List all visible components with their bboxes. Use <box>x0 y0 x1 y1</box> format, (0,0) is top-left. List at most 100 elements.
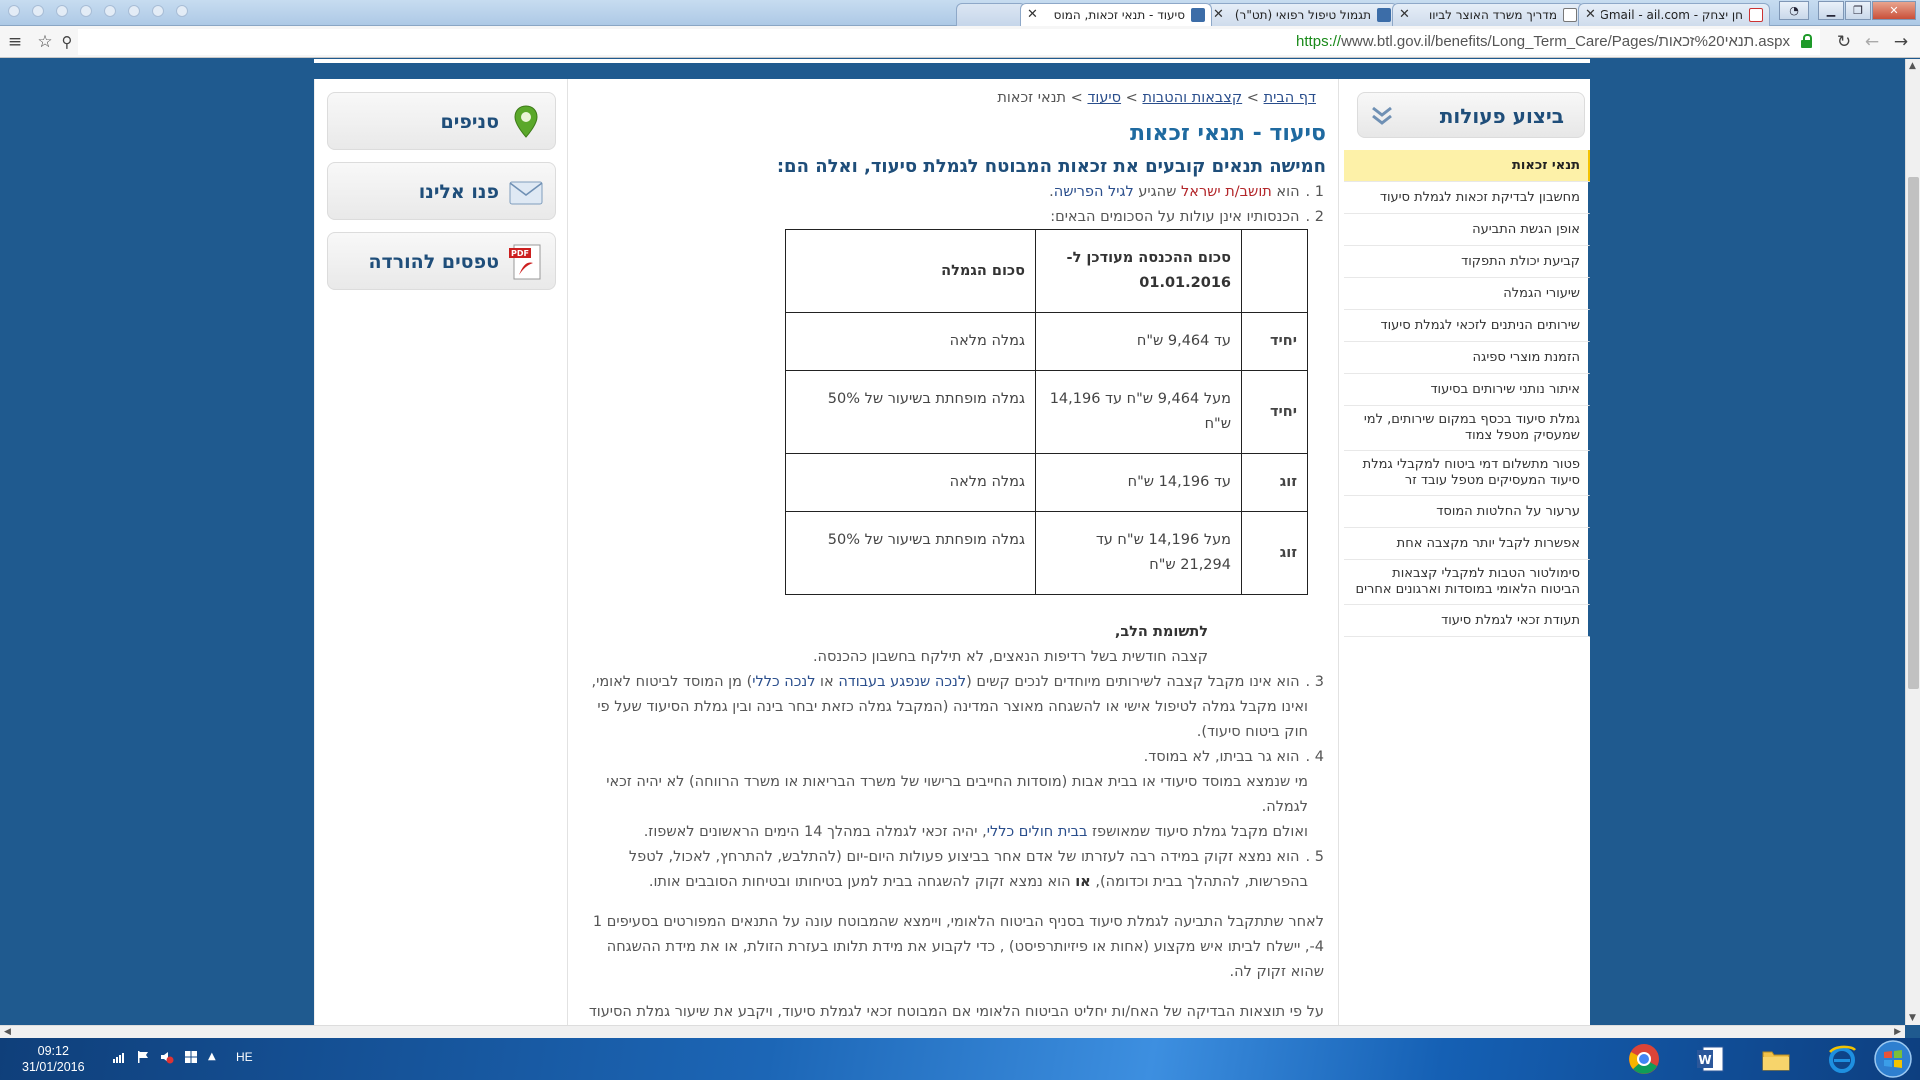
side-panel: ביצוע פעולות תנאי זכאות מחשבון לבדיקת זכ… <box>1338 79 1590 1025</box>
criterion-text: שהגיע <box>1133 184 1182 200</box>
explorer-icon[interactable] <box>1754 1040 1798 1078</box>
general-hospital-link[interactable]: בבית חולים כללי <box>987 824 1088 840</box>
tab-treasury-guide[interactable]: מדריך משרד האוצר לביוו ✕ <box>1392 3 1584 26</box>
general-disabled-link[interactable]: לנכה כללי <box>752 674 815 690</box>
tab-long-term-care[interactable]: סיעוד - תנאי זכאות, המוס ✕ <box>1020 3 1212 26</box>
reload-icon[interactable]: ↻ <box>1833 31 1855 53</box>
minimize-button[interactable]: ▁ <box>1818 1 1844 20</box>
work-injured-link[interactable]: לנכה שנפגע בעבודה <box>838 674 966 690</box>
volume-muted-icon[interactable] <box>160 1050 174 1064</box>
criterion-number: 5 . <box>1305 849 1324 865</box>
back-icon[interactable]: ← <box>1861 31 1883 53</box>
download-forms-button[interactable]: טפסים להורדה PDF <box>327 232 556 290</box>
breadcrumb-sep: > <box>1066 90 1088 106</box>
menu-icon[interactable]: ≡ <box>4 31 26 53</box>
address-bar[interactable]: https://www.btl.gov.il/benefits/Long_Ter… <box>78 29 1820 55</box>
start-button[interactable] <box>1870 1039 1916 1079</box>
criterion-4-note-2: ואולם מקבל גמלת סיעוד שמאושפז בבית חולים… <box>644 820 1308 845</box>
horizontal-scrollbar[interactable]: ◀ ▶ <box>0 1025 1905 1038</box>
side-item-rates[interactable]: שיעורי הגמלה <box>1344 278 1590 310</box>
tab-gmail[interactable]: חן יצחק - Gmail - ail.com ✕ <box>1578 3 1770 26</box>
taskbar-clock[interactable]: 09:12 31/01/2016 <box>22 1043 85 1075</box>
window-dot-icon <box>104 5 116 17</box>
windows-flag-icon[interactable] <box>184 1050 198 1064</box>
flag-icon[interactable] <box>136 1050 150 1064</box>
browser-tabstrip: סיעוד - תנאי זכאות, המוס ✕ תגמול טיפול ר… <box>0 0 1920 26</box>
star-icon[interactable]: ☆ <box>34 31 56 53</box>
tab-new[interactable] <box>956 3 1026 26</box>
breadcrumb-care[interactable]: סיעוד <box>1087 90 1121 106</box>
tray-expand-icon[interactable]: ▲ <box>208 1050 222 1064</box>
network-icon[interactable] <box>112 1050 126 1064</box>
contact-us-button[interactable]: פנו אלינו <box>327 162 556 220</box>
search-icon[interactable]: ⚲ <box>56 31 78 53</box>
close-icon[interactable]: ✕ <box>1585 4 1596 26</box>
ie-icon[interactable] <box>1820 1040 1864 1078</box>
scroll-right-icon[interactable]: ▶ <box>1894 1027 1901 1037</box>
browser-tabs: סיעוד - תנאי זכאות, המוס ✕ תגמול טיפול ר… <box>956 3 1770 26</box>
side-item-services[interactable]: שירותים הניתנים לזכאי לגמלת סיעוד <box>1344 310 1590 342</box>
window-dot-icon <box>176 5 188 17</box>
side-item-claim[interactable]: אופן הגשת התביעה <box>1344 214 1590 246</box>
word-icon[interactable]: W <box>1688 1040 1732 1078</box>
btl-icon <box>1191 8 1205 22</box>
criterion-text: הוא אינו מקבל קצבה לשירותים מיוחדים לנכי… <box>966 674 1300 690</box>
side-item-certificate[interactable]: תעודת זכאי לגמלת סיעוד <box>1344 605 1590 637</box>
page-icon <box>1563 8 1577 22</box>
criterion-text: , יהיה זכאי לגמלה במהלך 14 הימים הראשוני… <box>643 824 987 840</box>
table-row: יחיד מעל 9,464 ש"ח עד 14,196 ש"ח גמלה מו… <box>785 370 1308 454</box>
clock-date: 31/01/2016 <box>22 1060 85 1074</box>
criterion-bold-or: או <box>1075 874 1091 890</box>
user-icon[interactable]: ◔ <box>1779 1 1809 20</box>
language-indicator[interactable]: HE <box>236 1050 253 1064</box>
side-item-cash-benefit[interactable]: גמלת סיעוד בכסף במקום שירותים, למי שמעסי… <box>1344 406 1590 451</box>
table-cell: יחיד <box>1241 312 1308 371</box>
side-item-appeal[interactable]: ערעור על החלטות המוסד <box>1344 496 1590 528</box>
side-item-function[interactable]: קביעת יכולת התפקוד <box>1344 246 1590 278</box>
table-row: זוג מעל 14,196 ש"ח עד 21,294 ש"ח גמלה מו… <box>785 511 1308 595</box>
table-cell: זוג <box>1241 511 1308 595</box>
table-cell: גמלה מופחתת בשיעור של 50% <box>785 511 1036 595</box>
resident-link[interactable]: תושב/ת ישראל <box>1181 184 1272 200</box>
scroll-left-icon[interactable]: ◀ <box>4 1027 11 1037</box>
table-header: סכום ההכנסה מעודכן ל- 01.01.2016 <box>1035 229 1242 313</box>
criterion-2: 2 . הכנסותיו אינן עולות על הסכומים הבאים: <box>1050 205 1324 230</box>
side-panel-title: ביצוע פעולות <box>1439 104 1564 128</box>
side-item-calculator[interactable]: מחשבון לבדיקת זכאות לגמלת סיעוד <box>1344 182 1590 214</box>
criterion-3-line-2: ואינו מקבל גמלה לטיפול אישי או להשגחה מא… <box>597 699 1308 715</box>
criterion-4: 4 . הוא גר בביתו, לא במוסד. <box>1144 745 1324 770</box>
table-cell: עד 14,196 ש"ח <box>1035 453 1242 512</box>
window-dots <box>8 5 188 17</box>
table-row: יחיד עד 9,464 ש"ח גמלה מלאה <box>785 312 1308 371</box>
criterion-number: 1 . <box>1305 184 1324 200</box>
close-icon[interactable]: ✕ <box>1213 4 1224 26</box>
table-cell: גמלה מופחתת בשיעור של 50% <box>785 370 1036 454</box>
branches-button[interactable]: סניפים <box>327 92 556 150</box>
scroll-down-icon[interactable]: ▼ <box>1909 1013 1916 1023</box>
close-window-button[interactable]: ✕ <box>1872 1 1916 20</box>
url-scheme: https:// <box>1296 33 1342 50</box>
side-item-absorbent[interactable]: הזמנת מוצרי ספיגה <box>1344 342 1590 374</box>
double-chevron-down-icon[interactable] <box>1370 105 1394 127</box>
vertical-scrollbar[interactable]: ▲ ▼ <box>1905 59 1920 1025</box>
maximize-button[interactable]: ❐ <box>1845 1 1871 20</box>
tab-medical-care[interactable]: תגמול טיפול רפואי (תט"ר) ✕ <box>1206 3 1398 26</box>
breadcrumb-benefits[interactable]: קצבאות והטבות <box>1142 90 1242 106</box>
retirement-age-link[interactable]: לגיל הפרישה <box>1054 184 1134 200</box>
scroll-up-icon[interactable]: ▲ <box>1909 61 1916 71</box>
scroll-thumb[interactable] <box>1908 177 1919 689</box>
side-item-exemption[interactable]: פטור מתשלום דמי ביטוח למקבלי גמלת סיעוד … <box>1344 451 1590 496</box>
criterion-4-note-1b: לגמלה. <box>1261 799 1308 815</box>
close-icon[interactable]: ✕ <box>1027 4 1038 26</box>
side-item-simulator[interactable]: סימולטור הטבות למקבלי קצבאות הביטוח הלאו… <box>1344 560 1590 605</box>
chrome-icon[interactable] <box>1622 1040 1666 1078</box>
side-panel-header[interactable]: ביצוע פעולות <box>1357 92 1585 138</box>
forward-icon[interactable]: → <box>1890 31 1912 53</box>
close-icon[interactable]: ✕ <box>1399 4 1410 26</box>
side-item-eligibility[interactable]: תנאי זכאות <box>1344 150 1590 182</box>
breadcrumb-home[interactable]: דף הבית <box>1264 90 1316 106</box>
side-item-providers[interactable]: איתור נותני שירותים בסיעוד <box>1344 374 1590 406</box>
breadcrumb: דף הבית > קצבאות והטבות > סיעוד > תנאי ז… <box>997 90 1316 106</box>
side-item-multiple[interactable]: אפשרות לקבל יותר מקצבה אחת <box>1344 528 1590 560</box>
breadcrumb-sep: > <box>1242 90 1264 106</box>
